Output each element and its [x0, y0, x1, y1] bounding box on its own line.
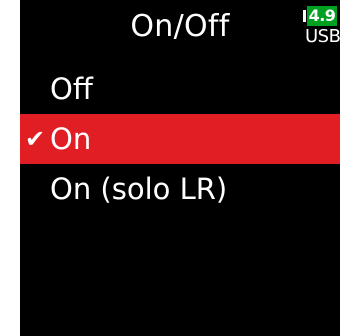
menu-item-label: On [50, 122, 92, 156]
battery-cap-icon [303, 10, 306, 22]
menu-item-label: On (solo LR) [50, 172, 228, 206]
battery-indicator: 4.9 USB [303, 6, 341, 54]
header: On/Off 4.9 USB [20, 0, 341, 58]
page-title: On/Off [130, 9, 230, 44]
menu-item-on-solo-lr[interactable]: On (solo LR) [20, 164, 340, 214]
device-screen: On/Off 4.9 USB Off ✔ On On (solo LR) [20, 0, 341, 336]
menu-item-on[interactable]: ✔ On [20, 114, 340, 164]
power-source-label: USB [305, 26, 341, 47]
menu-item-off[interactable]: Off [20, 64, 340, 114]
option-menu: Off ✔ On On (solo LR) [20, 64, 340, 214]
battery-level: 4.9 [307, 6, 337, 26]
checkmark-icon: ✔ [24, 125, 46, 153]
menu-item-label: Off [50, 72, 93, 106]
